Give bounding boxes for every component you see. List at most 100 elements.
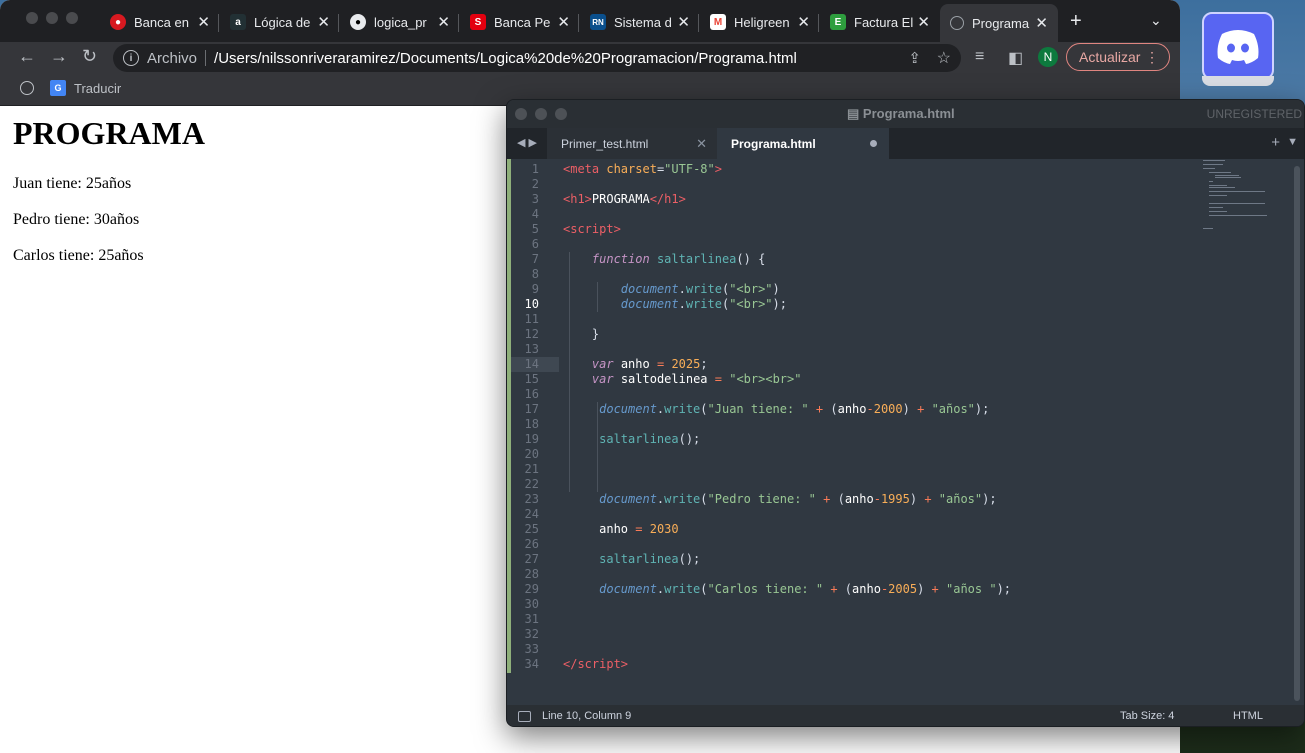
bank-favicon-icon: ● [110,14,126,30]
editor-tab-active[interactable]: Programa.html [717,128,889,159]
code-line[interactable]: 22 [507,477,1207,492]
code-line[interactable]: 1 <meta charset="UTF-8"> [507,162,1207,177]
code-text: document.write("Juan tiene: " + (anho-20… [599,402,990,416]
chevron-down-icon[interactable]: ⌄ [1150,12,1162,29]
share-icon[interactable]: ⇪ [908,49,921,67]
reload-icon[interactable]: ↻ [82,46,97,67]
code-line[interactable]: 19 saltarlinea(); [507,432,1207,447]
code-line[interactable]: 4 [507,207,1207,222]
browser-tab[interactable]: M Heligreen ✕ [710,8,810,36]
discord-app-icon[interactable] [1200,10,1276,86]
code-line[interactable]: 25 anho = 2030 [507,522,1207,537]
code-line[interactable]: 2 [507,177,1207,192]
line-number: 31 [524,612,539,626]
minimap[interactable] [1203,160,1267,230]
output-line: Juan tiene: 25años [13,175,132,192]
close-window-button[interactable] [515,108,527,120]
close-tab-icon[interactable]: ✕ [557,13,570,31]
tab-title: Factura El [854,14,914,30]
line-number: 30 [524,597,539,611]
code-line[interactable]: 17 document.write("Juan tiene: " + (anho… [507,402,1207,417]
browser-tab-active[interactable]: Programa ✕ [940,4,1058,42]
browser-tab[interactable]: E Factura El ✕ [830,8,930,36]
code-line[interactable]: 6 [507,237,1207,252]
close-tab-icon[interactable]: ✕ [317,13,330,31]
code-line[interactable]: 21 [507,462,1207,477]
code-line[interactable]: 16 [507,387,1207,402]
tab-title: Sistema d [614,14,672,30]
code-line[interactable]: 28 [507,567,1207,582]
code-text: document.write("Pedro tiene: " + (anho-1… [599,492,997,506]
new-tab-button[interactable]: + [1070,10,1082,33]
close-tab-icon[interactable]: ✕ [797,13,810,31]
new-tab-icon[interactable]: + [1271,134,1280,151]
code-line[interactable]: 34 </script> [507,657,1207,672]
bookmark-star-icon[interactable]: ☆ [937,48,951,68]
code-line[interactable]: 23 document.write("Pedro tiene: " + (anh… [507,492,1207,507]
code-line[interactable]: 5 <script> [507,222,1207,237]
profile-avatar[interactable]: N [1038,47,1058,67]
more-menu-icon[interactable]: ⋮ [1145,49,1159,66]
browser-tab[interactable]: a Lógica de ✕ [230,8,330,36]
code-line[interactable]: 9 document.write("<br>") [507,282,1207,297]
browser-tab[interactable]: RN Sistema d ✕ [590,8,690,36]
zoom-window-button[interactable] [555,108,567,120]
close-window-button[interactable] [26,12,38,24]
code-line[interactable]: 32 [507,627,1207,642]
reading-list-icon[interactable]: ≡ [975,48,984,66]
syntax-selector[interactable]: HTML [1233,710,1263,722]
tab-size-selector[interactable]: Tab Size: 4 [1120,710,1174,722]
code-line[interactable]: 18 [507,417,1207,432]
code-line[interactable]: 10 document.write("<br>"); [507,297,1207,312]
code-line[interactable]: 30 [507,597,1207,612]
info-icon[interactable]: i [123,50,139,66]
side-panel-icon[interactable]: ◧ [1008,48,1023,68]
line-number: 32 [524,627,539,641]
close-tab-icon[interactable]: ✕ [677,13,690,31]
forward-arrow-icon[interactable]: → [50,46,68,67]
code-line[interactable]: 33 [507,642,1207,657]
close-tab-icon[interactable]: ✕ [917,13,930,31]
side-panel-toggle-icon[interactable] [518,711,531,722]
code-line[interactable]: 14 var anho = 2025; [507,357,1207,372]
code-line[interactable]: 13 [507,342,1207,357]
code-line[interactable]: 15 var saltodelinea = "<br><br>" [507,372,1207,387]
close-tab-icon[interactable]: ✕ [696,136,707,152]
browser-tab[interactable]: ● logica_pr ✕ [350,8,450,36]
unsaved-dot-icon[interactable] [870,140,877,147]
code-line[interactable]: 11 [507,312,1207,327]
code-line[interactable]: 27 saltarlinea(); [507,552,1207,567]
tab-title: Banca en [134,14,189,30]
zoom-window-button[interactable] [66,12,78,24]
code-line[interactable]: 7 function saltarlinea() { [507,252,1207,267]
code-text: anho = 2030 [599,522,679,536]
address-bar[interactable]: i Archivo /Users/nilssonriveraramirez/Do… [113,44,961,72]
tab-nav-arrows-icon[interactable]: ◀ ▶ [517,136,537,149]
minimize-window-button[interactable] [46,12,58,24]
address-url[interactable]: /Users/nilssonriveraramirez/Documents/Lo… [214,50,797,67]
tab-list-chevron-icon[interactable]: ▼ [1287,136,1298,148]
code-line[interactable]: 29 document.write("Carlos tiene: " + (an… [507,582,1207,597]
close-tab-icon[interactable]: ✕ [197,13,210,31]
globe-icon[interactable] [20,81,34,95]
minimize-window-button[interactable] [535,108,547,120]
browser-tab[interactable]: S Banca Pe ✕ [470,8,570,36]
code-line[interactable]: 12 } [507,327,1207,342]
browser-tab[interactable]: ● Banca en ✕ [110,8,210,36]
close-tab-icon[interactable]: ✕ [437,13,450,31]
code-line[interactable]: 31 [507,612,1207,627]
bookmark-item[interactable]: G Traducir [50,80,121,96]
close-tab-icon[interactable]: ✕ [1035,14,1048,32]
editor-scrollbar[interactable] [1294,166,1300,701]
code-line[interactable]: 8 [507,267,1207,282]
code-line[interactable]: 26 [507,537,1207,552]
line-number: 1 [531,162,539,176]
code-line[interactable]: 20 [507,447,1207,462]
code-editor[interactable]: 1 <meta charset="UTF-8"> 2 3 <h1>PROGRAMA</h… [507,162,1304,702]
back-arrow-icon[interactable]: ← [18,46,36,67]
line-number: 14 [524,357,539,371]
update-button[interactable]: Actualizar ⋮ [1066,43,1170,71]
code-line[interactable]: 24 [507,507,1207,522]
code-line[interactable]: 3 <h1>PROGRAMA</h1> [507,192,1207,207]
editor-tab[interactable]: Primer_test.html ✕ [547,128,717,159]
